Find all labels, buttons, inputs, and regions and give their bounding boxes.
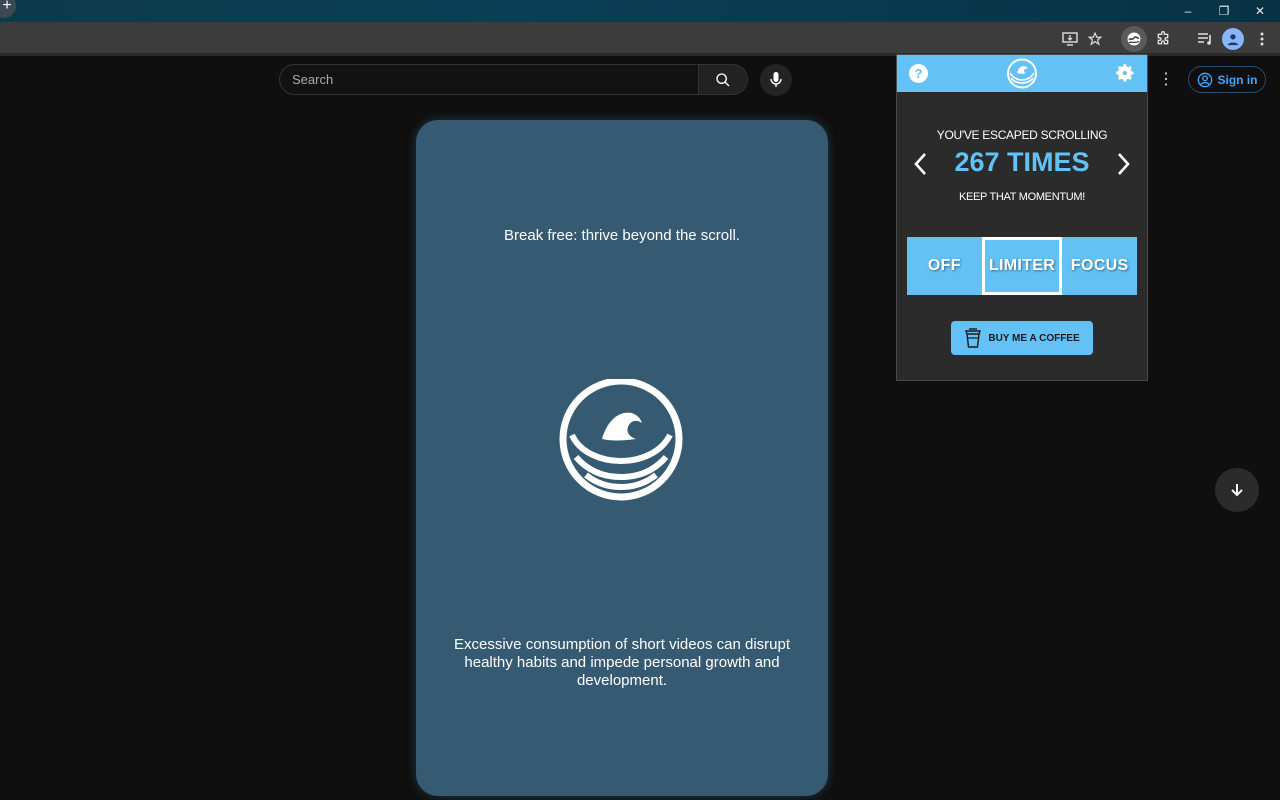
blocked-shorts-card: Break free: thrive beyond the scroll. Ex… <box>416 120 828 796</box>
chevron-right-icon[interactable] <box>1113 151 1133 177</box>
bookmark-star-icon[interactable] <box>1085 29 1105 49</box>
extension-icon[interactable] <box>1121 26 1147 52</box>
escape-count: 267 TIMES <box>954 147 1090 177</box>
mode-limiter-button[interactable]: LIMITER <box>981 237 1063 295</box>
install-app-icon[interactable] <box>1060 29 1080 49</box>
extensions-puzzle-icon[interactable] <box>1153 29 1173 49</box>
search-input[interactable] <box>280 65 699 94</box>
extension-popup: ? YOU'VE ESCAPED SCROLLING 267 TIMES KEE… <box>896 54 1148 381</box>
momentum-label: KEEP THAT MOMENTUM! <box>958 191 1086 203</box>
mode-off-button[interactable]: OFF <box>907 237 982 295</box>
browser-toolbar <box>0 22 1280 56</box>
close-window-button[interactable]: ✕ <box>1242 0 1278 22</box>
microphone-icon <box>770 72 782 87</box>
browser-menu-icon[interactable] <box>1252 29 1272 49</box>
arrow-down-icon <box>1231 484 1243 497</box>
help-icon[interactable]: ? <box>909 64 928 83</box>
card-headline: Break free: thrive beyond the scroll. <box>504 227 740 244</box>
settings-kebab-icon[interactable]: ⋮ <box>1158 71 1174 89</box>
card-message: Excessive consumption of short videos ca… <box>454 636 790 689</box>
browser-title-bar: + – ❐ ✕ <box>0 0 1280 22</box>
coffee-label: BUY ME A COFFEE <box>988 332 1080 344</box>
media-queue-icon[interactable] <box>1195 29 1215 49</box>
settings-gear-icon[interactable] <box>1116 63 1136 83</box>
account-circle-icon <box>1197 72 1212 87</box>
search-button[interactable] <box>698 64 748 95</box>
voice-search-button[interactable] <box>760 64 792 96</box>
sign-in-button[interactable]: Sign in <box>1188 66 1266 93</box>
search-icon <box>716 72 730 86</box>
chevron-left-icon[interactable] <box>911 151 931 177</box>
sign-in-label: Sign in <box>1217 72 1258 87</box>
wave-logo-icon <box>559 379 683 501</box>
restore-button[interactable]: ❐ <box>1206 0 1242 22</box>
mode-selector: OFF LIMITER FOCUS <box>907 237 1137 295</box>
popup-header: ? <box>897 55 1147 92</box>
profile-avatar-icon[interactable] <box>1222 28 1244 50</box>
minimize-button[interactable]: – <box>1170 0 1206 22</box>
buy-me-a-coffee-button[interactable]: BUY ME A COFFEE <box>951 321 1093 355</box>
next-video-button[interactable] <box>1215 468 1259 512</box>
new-tab-button[interactable]: + <box>0 0 16 18</box>
mode-focus-button[interactable]: FOCUS <box>1062 237 1137 295</box>
search-box <box>279 64 699 95</box>
escaped-label: YOU'VE ESCAPED SCROLLING <box>936 128 1108 142</box>
wave-logo-icon <box>1007 58 1037 89</box>
coffee-cup-icon <box>965 328 982 348</box>
